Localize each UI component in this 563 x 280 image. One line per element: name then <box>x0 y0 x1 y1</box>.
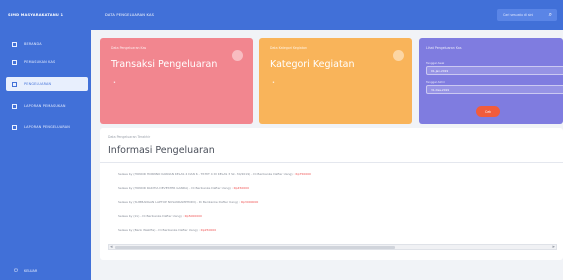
sidebar-item-label: LAPORAN PEMASUKAN <box>24 104 66 108</box>
panel-title: Informasi Pengeluaran <box>108 145 215 156</box>
log-amount: Rp250000 <box>200 228 217 232</box>
panel-divider <box>100 162 563 163</box>
log-text: Selasa by (SUMBANGAN LAPTOP NUSANKAMPHOI… <box>118 200 241 204</box>
sidebar: SIMD MASYARAKATANU 1 BERANDA PEMASUKAN K… <box>0 0 91 280</box>
card-dot: • <box>113 80 116 86</box>
check-button[interactable]: Cek <box>476 106 500 117</box>
home-icon <box>12 41 17 47</box>
sidebar-item-pengeluaran[interactable]: PENGELUARAN <box>6 77 88 91</box>
card-title: Transaksi Pengeluaran <box>111 59 218 70</box>
log-amount: Rp5000000 <box>184 214 202 218</box>
sidebar-item-laporan-pemasukan[interactable]: LAPORAN PEMASUKAN <box>6 99 88 113</box>
logout-icon: ⏻ <box>14 268 18 274</box>
report-icon <box>12 103 17 109</box>
horizontal-scrollbar[interactable]: ◂ ▸ <box>108 244 557 250</box>
log-entry: Selasa by (SUMBANGAN LAPTOP NUSANKAMPHOI… <box>118 200 258 204</box>
sidebar-item-beranda[interactable]: BERANDA <box>6 37 88 51</box>
card-badge-icon <box>232 50 243 61</box>
log-entry: Selasa by (Bank Wakifta) - Di Berikanke … <box>118 228 216 232</box>
sidebar-item-laporan-pengeluaran[interactable]: LAPORAN PENGELUARAN <box>6 120 88 134</box>
search-input[interactable] <box>503 13 545 17</box>
filter-card: Lihat Pengeluaran Kas Tanggal Awal 01-Ja… <box>419 38 563 124</box>
card-dot: • <box>272 80 275 86</box>
log-text: Selasa by (Ini) - Di Berikanke Dafter Ua… <box>118 214 185 218</box>
panel-note: Data Pengeluaran Terakhir <box>108 135 151 139</box>
scroll-right-icon[interactable]: ▸ <box>552 244 555 250</box>
filter-title: Lihat Pengeluaran Kas <box>426 46 462 50</box>
log-entry: Selasa by (Ini) - Di Berikanke Dafter Ua… <box>118 214 202 218</box>
log-entry: Selasa by (HONOR RAKITIA DEVESTER GANDA)… <box>118 186 249 190</box>
log-text: Selasa by (HONOR HORNNO KARNAN KELAS 4 D… <box>118 172 296 176</box>
card-caption: Data Pengeluaran Kas <box>111 46 147 50</box>
from-date-input[interactable]: 01-Jan-2019 <box>426 66 563 75</box>
top-bar: DATA PENGELUARAN KAS ⌕ <box>91 0 563 30</box>
info-panel: Data Pengeluaran Terakhir Informasi Peng… <box>100 128 563 260</box>
card-caption: Data Kategori Kegiatan <box>270 46 307 50</box>
transaksi-pengeluaran-card[interactable]: Data Pengeluaran Kas Transaksi Pengeluar… <box>100 38 253 124</box>
scrollbar-thumb[interactable] <box>115 246 395 249</box>
log-amount: Rp750000 <box>295 172 311 176</box>
scroll-left-icon[interactable]: ◂ <box>110 244 113 250</box>
cash-out-icon <box>12 81 17 87</box>
kategori-kegiatan-card[interactable]: Data Kategori Kegiatan Kategori Kegiatan… <box>259 38 412 124</box>
log-entry: Selasa by (HONOR HORNNO KARNAN KELAS 4 D… <box>118 172 311 176</box>
log-text: Selasa by (HONOR RAKITIA DEVESTER GANDA)… <box>118 186 234 190</box>
cash-in-icon <box>12 59 17 65</box>
sidebar-item-label: BERANDA <box>24 42 42 46</box>
sidebar-item-label: LAPORAN PENGELUARAN <box>24 125 71 129</box>
to-date-input[interactable]: 31-Des-2019 <box>426 85 563 94</box>
sidebar-item-label: PENGELUARAN <box>24 82 52 86</box>
card-badge-icon <box>393 50 404 61</box>
search-box[interactable]: ⌕ <box>497 9 557 21</box>
app-brand: SIMD MASYARAKATANU 1 <box>8 13 64 17</box>
page-title: DATA PENGELUARAN KAS <box>105 13 155 17</box>
logout-button[interactable]: ⏻ KELUAR <box>14 268 37 274</box>
sidebar-item-pemasukan[interactable]: PEMASUKAN KAS <box>6 55 88 69</box>
logout-label: KELUAR <box>23 269 38 273</box>
log-amount: Rp3000000 <box>240 200 259 204</box>
search-icon[interactable]: ⌕ <box>549 11 552 19</box>
to-date-value: 31-Des-2019 <box>431 87 450 92</box>
sidebar-item-label: PEMASUKAN KAS <box>24 60 56 64</box>
from-date-label: Tanggal Awal <box>426 61 445 65</box>
log-amount: Rp450000 <box>233 186 250 190</box>
from-date-value: 01-Jan-2019 <box>431 68 449 73</box>
card-title: Kategori Kegiatan <box>270 59 355 70</box>
report-icon <box>12 124 17 130</box>
to-date-label: Tanggal Akhir <box>426 80 445 84</box>
log-text: Selasa by (Bank Wakifta) - Di Berikanke … <box>118 228 201 232</box>
